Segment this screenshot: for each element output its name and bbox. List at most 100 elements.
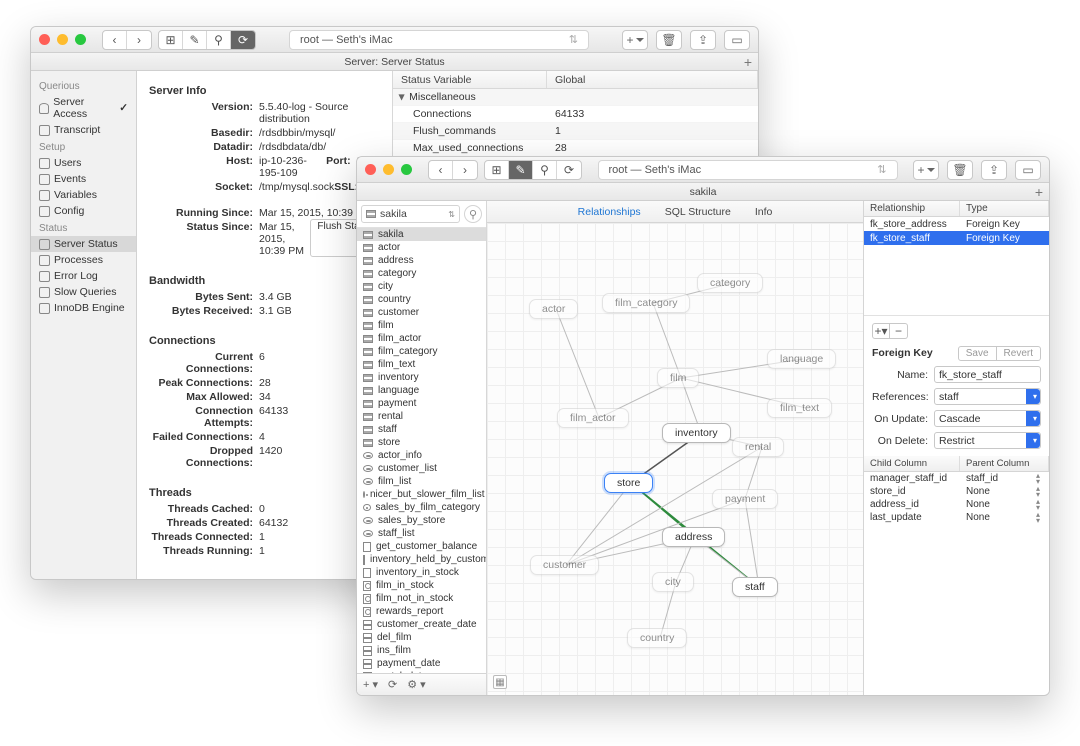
db-item-inventory[interactable]: inventory: [357, 371, 486, 384]
toolbar-icon[interactable]: ▭: [1015, 160, 1041, 180]
db-item-country[interactable]: country: [357, 293, 486, 306]
column-row[interactable]: address_idNone▴▾: [864, 498, 1049, 511]
db-item-del_film[interactable]: del_film: [357, 631, 486, 644]
col-type[interactable]: Type: [960, 201, 1049, 216]
sidebar-item-server-access[interactable]: Server Access✓: [31, 94, 136, 122]
canvas-corner-icon[interactable]: ▦: [493, 675, 507, 689]
node-category[interactable]: category: [697, 273, 763, 293]
db-item-customer[interactable]: customer: [357, 306, 486, 319]
node-language[interactable]: language: [767, 349, 836, 369]
db-item-film_category[interactable]: film_category: [357, 345, 486, 358]
db-selector[interactable]: sakila⇅: [361, 205, 460, 223]
add-menu-button[interactable]: + ▾: [363, 678, 378, 691]
db-item-actor_info[interactable]: actor_info: [357, 449, 486, 462]
window-title[interactable]: root — Seth's iMac ⇅: [598, 160, 898, 180]
db-item-rewards_report[interactable]: rewards_report: [357, 605, 486, 618]
node-film[interactable]: film: [657, 368, 699, 388]
db-item-film_text[interactable]: film_text: [357, 358, 486, 371]
subbar-add-icon[interactable]: +: [1035, 184, 1043, 200]
node-film_category[interactable]: film_category: [602, 293, 690, 313]
trash-icon[interactable]: 🗑: [656, 30, 682, 50]
sidebar-item-config[interactable]: Config: [31, 203, 136, 219]
db-item-customer_list[interactable]: customer_list: [357, 462, 486, 475]
col-relationship[interactable]: Relationship: [864, 201, 960, 216]
node-customer[interactable]: customer: [530, 555, 599, 575]
db-item-payment_date[interactable]: payment_date: [357, 657, 486, 670]
relationship-row[interactable]: fk_store_addressForeign Key: [864, 217, 1049, 231]
grid-icon[interactable]: ⊞: [159, 31, 183, 49]
zoom-icon[interactable]: [75, 34, 86, 45]
forward-button[interactable]: ›: [127, 31, 151, 49]
forward-button[interactable]: ›: [453, 161, 477, 179]
db-item-ins_film[interactable]: ins_film: [357, 644, 486, 657]
col-child-column[interactable]: Child Column: [864, 456, 960, 471]
grid-icon[interactable]: ⊞: [485, 161, 509, 179]
sidebar-item-slow-queries[interactable]: Slow Queries: [31, 284, 136, 300]
back-button[interactable]: ‹: [429, 161, 453, 179]
zoom-icon[interactable]: [401, 164, 412, 175]
node-rental[interactable]: rental: [732, 437, 784, 457]
db-item-sales_by_film_category[interactable]: sales_by_film_category: [357, 501, 486, 514]
close-icon[interactable]: [365, 164, 376, 175]
fk-name-input[interactable]: fk_store_staff: [934, 366, 1041, 383]
db-item-film_actor[interactable]: film_actor: [357, 332, 486, 345]
db-item-actor[interactable]: actor: [357, 241, 486, 254]
db-item-payment[interactable]: payment: [357, 397, 486, 410]
node-actor[interactable]: actor: [529, 299, 578, 319]
trash-icon[interactable]: 🗑: [947, 160, 973, 180]
node-address[interactable]: address: [662, 527, 725, 547]
fk-ref-select[interactable]: staff: [934, 388, 1041, 405]
export-icon[interactable]: ⇪: [981, 160, 1007, 180]
tab-info[interactable]: Info: [755, 206, 773, 218]
add-button[interactable]: +: [913, 160, 939, 180]
db-item-inventory_in_stock[interactable]: inventory_in_stock: [357, 566, 486, 579]
db-item-staff[interactable]: staff: [357, 423, 486, 436]
tab-relationships[interactable]: Relationships: [578, 206, 641, 218]
table-row[interactable]: Max_used_connections28: [393, 140, 758, 157]
revert-button[interactable]: Revert: [997, 346, 1041, 361]
toolbar-icon[interactable]: ▭: [724, 30, 750, 50]
gear-icon[interactable]: ⚙ ▾: [407, 678, 425, 691]
sidebar-item-events[interactable]: Events: [31, 171, 136, 187]
sidebar-search-icon[interactable]: ⚲: [464, 205, 482, 223]
node-country[interactable]: country: [627, 628, 687, 648]
db-item-address[interactable]: address: [357, 254, 486, 267]
node-inventory[interactable]: inventory: [662, 423, 731, 443]
db-item-film_not_in_stock[interactable]: film_not_in_stock: [357, 592, 486, 605]
sidebar-item-transcript[interactable]: Transcript: [31, 122, 136, 138]
remove-rel-button[interactable]: −: [890, 323, 908, 339]
fk-ondelete-select[interactable]: Restrict: [934, 432, 1041, 449]
db-item-film[interactable]: film: [357, 319, 486, 332]
db-item-inventory_held_by_customer[interactable]: inventory_held_by_customer: [357, 553, 486, 566]
db-item-get_customer_balance[interactable]: get_customer_balance: [357, 540, 486, 553]
db-item-film_list[interactable]: film_list: [357, 475, 486, 488]
window-title[interactable]: root — Seth's iMac ⇅: [289, 30, 589, 50]
sidebar-item-processes[interactable]: Processes: [31, 252, 136, 268]
save-button[interactable]: Save: [958, 346, 997, 361]
node-store[interactable]: store: [604, 473, 653, 493]
column-row[interactable]: manager_staff_idstaff_id▴▾: [864, 472, 1049, 485]
add-button[interactable]: +: [622, 30, 648, 50]
search-icon[interactable]: ⚲: [533, 161, 557, 179]
relationship-row[interactable]: fk_store_staffForeign Key: [864, 231, 1049, 245]
db-item-film_in_stock[interactable]: film_in_stock: [357, 579, 486, 592]
sidebar-item-server-status[interactable]: Server Status: [31, 236, 136, 252]
reload-icon[interactable]: ⟳: [388, 678, 397, 691]
node-city[interactable]: city: [652, 572, 694, 592]
node-film_actor[interactable]: film_actor: [557, 408, 629, 428]
pencil-icon[interactable]: ✎: [509, 161, 533, 179]
close-icon[interactable]: [39, 34, 50, 45]
db-item-nicer_but_slower_film_list[interactable]: nicer_but_slower_film_list: [357, 488, 486, 501]
db-item-sales_by_store[interactable]: sales_by_store: [357, 514, 486, 527]
sidebar-item-error-log[interactable]: Error Log: [31, 268, 136, 284]
add-rel-button[interactable]: +▾: [872, 323, 890, 339]
db-item-language[interactable]: language: [357, 384, 486, 397]
refresh-icon[interactable]: ⟳: [557, 161, 581, 179]
minimize-icon[interactable]: [57, 34, 68, 45]
db-item-city[interactable]: city: [357, 280, 486, 293]
fk-onupdate-select[interactable]: Cascade: [934, 410, 1041, 427]
relationship-canvas[interactable]: ▦ actor film_category category language film…: [487, 223, 863, 695]
col-global[interactable]: Global: [547, 71, 758, 88]
subbar-add-icon[interactable]: +: [744, 54, 752, 70]
db-item-sakila[interactable]: sakila: [357, 228, 486, 241]
